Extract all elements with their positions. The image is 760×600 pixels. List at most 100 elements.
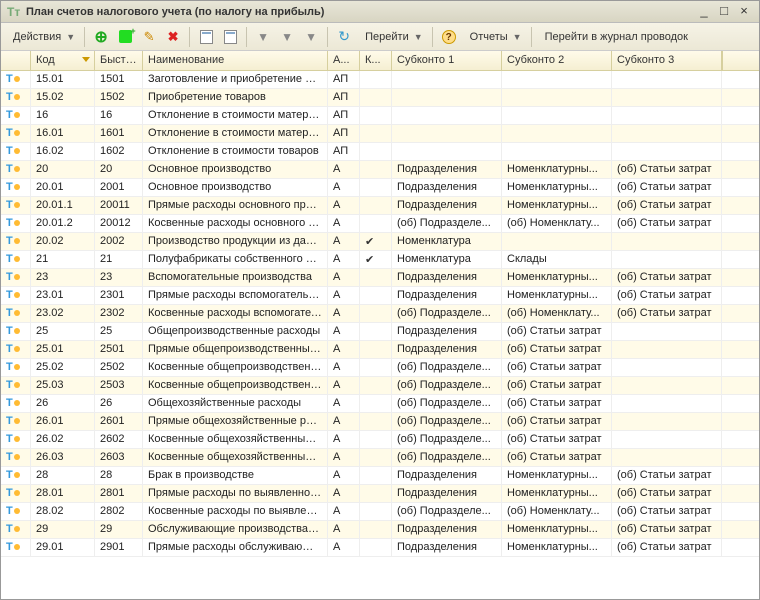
table-row[interactable]: Т2929Обслуживающие производства и ...АПо… bbox=[1, 521, 759, 539]
help-button[interactable]: ? bbox=[438, 26, 460, 48]
cell-k bbox=[360, 161, 392, 178]
cell-sub2 bbox=[502, 125, 612, 142]
document-icon bbox=[224, 30, 237, 44]
table-row[interactable]: Т23.022302Косвенные расходы вспомогател.… bbox=[1, 305, 759, 323]
journal-link[interactable]: Перейти в журнал проводок bbox=[537, 26, 696, 48]
cell-fast: 2301 bbox=[95, 287, 143, 304]
table-row[interactable]: Т1616Отклонение в стоимости материа...АП bbox=[1, 107, 759, 125]
maximize-button[interactable]: □ bbox=[715, 4, 733, 20]
cell-k bbox=[360, 215, 392, 232]
filter1-button[interactable]: ▼ bbox=[252, 26, 274, 48]
column-ap[interactable]: А... bbox=[328, 51, 360, 70]
close-button[interactable]: × bbox=[735, 4, 753, 20]
cell-name: Прямые расходы по выявленном... bbox=[143, 485, 328, 502]
table-row[interactable]: Т20.01.120011Прямые расходы основного пр… bbox=[1, 197, 759, 215]
table-row[interactable]: Т25.022502Косвенные общепроизводственн..… bbox=[1, 359, 759, 377]
actions-menu[interactable]: Действия▼ bbox=[5, 26, 79, 48]
table-row[interactable]: Т25.032503Косвенные общепроизводственн..… bbox=[1, 377, 759, 395]
cell-sub1 bbox=[392, 89, 502, 106]
filter3-button[interactable]: ▼ bbox=[300, 26, 322, 48]
copy-button[interactable] bbox=[114, 26, 136, 48]
table-row[interactable]: Т26.022602Косвенные общехозяйственные р.… bbox=[1, 431, 759, 449]
cell-sub3: (об) Статьи затрат bbox=[612, 305, 722, 322]
cell-name: Прямые общехозяйственные рас... bbox=[143, 413, 328, 430]
cell-sub1 bbox=[392, 143, 502, 160]
column-sub3[interactable]: Субконто 3 bbox=[612, 51, 722, 70]
doc2-button[interactable] bbox=[219, 26, 241, 48]
cell-code: 23.02 bbox=[31, 305, 95, 322]
table-row[interactable]: Т2323Вспомогательные производстваАПодраз… bbox=[1, 269, 759, 287]
cell-ap: А bbox=[328, 359, 360, 376]
cell-ap: А bbox=[328, 305, 360, 322]
funnel-icon: ▼ bbox=[257, 30, 269, 44]
table-row[interactable]: Т20.022002Производство продукции из дава… bbox=[1, 233, 759, 251]
table-row[interactable]: Т2828Брак в производствеАПодразделенияНо… bbox=[1, 467, 759, 485]
table-row[interactable]: Т2020Основное производствоАПодразделения… bbox=[1, 161, 759, 179]
column-code[interactable]: Код bbox=[31, 51, 95, 70]
cell-sub1: (об) Подразделе... bbox=[392, 431, 502, 448]
go-menu[interactable]: Перейти▼ bbox=[357, 26, 427, 48]
column-name[interactable]: Наименование bbox=[143, 51, 328, 70]
row-icon-cell: Т bbox=[1, 467, 31, 484]
row-icon-cell: Т bbox=[1, 431, 31, 448]
cell-ap: АП bbox=[328, 125, 360, 142]
delete-button[interactable]: ✖ bbox=[162, 26, 184, 48]
grid-body[interactable]: Т15.011501Заготовление и приобретение ма… bbox=[1, 71, 759, 599]
cell-code: 23 bbox=[31, 269, 95, 286]
cell-k bbox=[360, 503, 392, 520]
table-row[interactable]: Т16.021602Отклонение в стоимости товаров… bbox=[1, 143, 759, 161]
column-sub2[interactable]: Субконто 2 bbox=[502, 51, 612, 70]
cell-sub3 bbox=[612, 125, 722, 142]
separator bbox=[189, 27, 190, 47]
table-row[interactable]: Т20.012001Основное производствоАПодразде… bbox=[1, 179, 759, 197]
add-button[interactable]: ⊕ bbox=[90, 26, 112, 48]
edit-button[interactable]: ✎ bbox=[138, 26, 160, 48]
account-type-icon: Т bbox=[6, 541, 13, 553]
cell-name: Косвенные общепроизводственн... bbox=[143, 359, 328, 376]
table-row[interactable]: Т26.032603Косвенные общехозяйственные р.… bbox=[1, 449, 759, 467]
account-type-icon: Т bbox=[6, 91, 13, 103]
reports-menu[interactable]: Отчеты▼ bbox=[462, 26, 526, 48]
column-fast[interactable]: Быстр... bbox=[95, 51, 143, 70]
toolbar: Действия▼ ⊕ ✎ ✖ ▼ ▼ ▼ ↻ Перейти▼ ? Отчет… bbox=[1, 23, 759, 51]
table-row[interactable]: Т26.012601Прямые общехозяйственные рас..… bbox=[1, 413, 759, 431]
cell-sub1: (об) Подразделе... bbox=[392, 305, 502, 322]
table-row[interactable]: Т25.012501Прямые общепроизводственные ..… bbox=[1, 341, 759, 359]
titlebar: Тт План счетов налогового учета (по нало… bbox=[1, 1, 759, 23]
table-row[interactable]: Т29.012901Прямые расходы обслуживающих..… bbox=[1, 539, 759, 557]
table-row[interactable]: Т23.012301Прямые расходы вспомогательн..… bbox=[1, 287, 759, 305]
cell-sub1: (об) Подразделе... bbox=[392, 395, 502, 412]
column-sub1[interactable]: Субконто 1 bbox=[392, 51, 502, 70]
cell-sub2: Номенклатурны... bbox=[502, 467, 612, 484]
row-icon-cell: Т bbox=[1, 269, 31, 286]
cell-fast: 1501 bbox=[95, 71, 143, 88]
column-icon[interactable] bbox=[1, 51, 31, 70]
table-row[interactable]: Т2626Общехозяйственные расходыА(об) Подр… bbox=[1, 395, 759, 413]
filter2-button[interactable]: ▼ bbox=[276, 26, 298, 48]
account-dot-icon bbox=[14, 526, 20, 532]
table-row[interactable]: Т2121Полуфабрикаты собственного пр...А✔Н… bbox=[1, 251, 759, 269]
table-row[interactable]: Т15.011501Заготовление и приобретение ма… bbox=[1, 71, 759, 89]
cell-ap: А bbox=[328, 503, 360, 520]
cell-code: 21 bbox=[31, 251, 95, 268]
cell-fast: 26 bbox=[95, 395, 143, 412]
cell-ap: А bbox=[328, 413, 360, 430]
table-row[interactable]: Т2525Общепроизводственные расходыАПодраз… bbox=[1, 323, 759, 341]
cell-fast: 28 bbox=[95, 467, 143, 484]
row-icon-cell: Т bbox=[1, 395, 31, 412]
table-row[interactable]: Т15.021502Приобретение товаровАП bbox=[1, 89, 759, 107]
doc1-button[interactable] bbox=[195, 26, 217, 48]
table-row[interactable]: Т16.011601Отклонение в стоимости материа… bbox=[1, 125, 759, 143]
cell-name: Производство продукции из дава... bbox=[143, 233, 328, 250]
minimize-button[interactable]: _ bbox=[695, 4, 713, 20]
cell-k bbox=[360, 341, 392, 358]
cell-ap: А bbox=[328, 521, 360, 538]
table-row[interactable]: Т28.022802Косвенные расходы по выявленн.… bbox=[1, 503, 759, 521]
cell-fast: 2502 bbox=[95, 359, 143, 376]
delete-icon: ✖ bbox=[168, 29, 179, 45]
table-row[interactable]: Т28.012801Прямые расходы по выявленном..… bbox=[1, 485, 759, 503]
table-row[interactable]: Т20.01.220012Косвенные расходы основного… bbox=[1, 215, 759, 233]
funnel-icon: ▼ bbox=[305, 30, 317, 44]
refresh-button[interactable]: ↻ bbox=[333, 26, 355, 48]
column-k[interactable]: К... bbox=[360, 51, 392, 70]
